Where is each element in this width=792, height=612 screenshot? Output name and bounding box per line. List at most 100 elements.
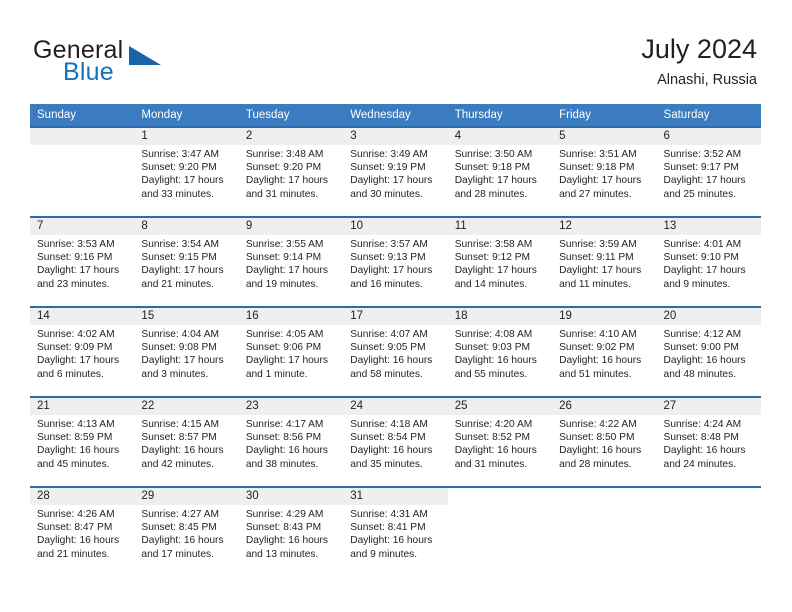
calendar-day-cell[interactable]: 25 Sunrise: 4:20 AM Sunset: 8:52 PM Dayligh… bbox=[447, 396, 553, 487]
sunrise-text: Sunrise: 4:29 AM bbox=[245, 509, 324, 520]
calendar-day-cell[interactable]: 5 Sunrise: 3:51 AM Sunset: 9:18 PM Daylight… bbox=[552, 126, 657, 217]
calendar-day-cell[interactable]: 21 Sunrise: 4:13 AM Sunset: 8:59 PM Dayligh… bbox=[30, 396, 135, 487]
daylight-text: Daylight: 16 hours and 31 minutes. bbox=[454, 445, 537, 470]
sunset-text: Sunset: 9:02 PM bbox=[559, 342, 635, 354]
calendar-day-cell[interactable]: 26 Sunrise: 4:22 AM Sunset: 8:50 PM Dayligh… bbox=[552, 396, 657, 487]
day-number: 27 bbox=[656, 398, 761, 415]
sunset-text: Sunset: 9:00 PM bbox=[663, 342, 739, 354]
sunset-text: Sunset: 9:09 PM bbox=[37, 342, 113, 354]
day-cell-body: 15 Sunrise: 4:04 AM Sunset: 9:08 PM Dayligh… bbox=[134, 308, 239, 396]
calendar-day-cell[interactable]: 14 Sunrise: 4:02 AM Sunset: 9:09 PM Dayligh… bbox=[30, 306, 135, 397]
sunset-text: Sunset: 8:41 PM bbox=[350, 522, 426, 534]
sunset-text: Sunset: 9:16 PM bbox=[37, 252, 113, 264]
calendar-day-cell[interactable]: 2 Sunrise: 3:48 AM Sunset: 9:20 PM Daylight… bbox=[238, 126, 344, 217]
sunrise-text: Sunrise: 3:47 AM bbox=[141, 149, 220, 160]
day-number: 14 bbox=[30, 308, 135, 325]
calendar-day-cell[interactable]: 31 Sunrise: 4:31 AM Sunset: 8:41 PM Dayligh… bbox=[343, 486, 448, 577]
weekday-header-tuesday: Tuesday bbox=[238, 104, 344, 127]
calendar-day-cell[interactable]: 1 Sunrise: 3:47 AM Sunset: 9:20 PM Daylight… bbox=[134, 126, 239, 217]
daylight-text: Daylight: 16 hours and 9 minutes. bbox=[350, 535, 433, 560]
calendar-day-cell[interactable]: 11 Sunrise: 3:58 AM Sunset: 9:12 PM Dayligh… bbox=[447, 216, 553, 307]
sunrise-text: Sunrise: 4:15 AM bbox=[141, 419, 220, 430]
day-number: 13 bbox=[656, 218, 761, 235]
day-number: 2 bbox=[238, 128, 344, 145]
sunrise-text: Sunrise: 4:05 AM bbox=[245, 329, 324, 340]
page-subtitle-location: Alnashi, Russia bbox=[657, 72, 757, 88]
sunset-text: Sunset: 9:10 PM bbox=[663, 252, 739, 264]
sunrise-text: Sunrise: 4:27 AM bbox=[141, 509, 220, 520]
calendar-day-cell[interactable]: 13 Sunrise: 4:01 AM Sunset: 9:10 PM Dayligh… bbox=[656, 216, 761, 307]
daylight-text: Daylight: 16 hours and 51 minutes. bbox=[559, 355, 642, 380]
sunrise-text: Sunrise: 3:48 AM bbox=[245, 149, 324, 160]
day-cell-body: 6 Sunrise: 3:52 AM Sunset: 9:17 PM Daylight… bbox=[656, 128, 761, 216]
calendar-day-cell[interactable]: 28 Sunrise: 4:26 AM Sunset: 8:47 PM Dayligh… bbox=[30, 486, 135, 577]
calendar-day-cell[interactable]: 17 Sunrise: 4:07 AM Sunset: 9:05 PM Dayligh… bbox=[343, 306, 448, 397]
sunrise-text: Sunrise: 4:01 AM bbox=[663, 239, 742, 250]
day-number: 12 bbox=[552, 218, 657, 235]
calendar-day-cell[interactable]: 7 Sunrise: 3:53 AM Sunset: 9:16 PM Daylight… bbox=[30, 216, 135, 307]
calendar-day-cell[interactable]: 20 Sunrise: 4:12 AM Sunset: 9:00 PM Dayligh… bbox=[656, 306, 761, 397]
calendar-day-cell[interactable]: 19 Sunrise: 4:10 AM Sunset: 9:02 PM Dayligh… bbox=[552, 306, 657, 397]
calendar-day-cell[interactable]: 18 Sunrise: 4:08 AM Sunset: 9:03 PM Dayligh… bbox=[447, 306, 553, 397]
daylight-text: Daylight: 16 hours and 55 minutes. bbox=[454, 355, 537, 380]
calendar-day-cell[interactable]: 23 Sunrise: 4:17 AM Sunset: 8:56 PM Dayligh… bbox=[238, 396, 344, 487]
daylight-text: Daylight: 17 hours and 14 minutes. bbox=[454, 265, 537, 290]
calendar-day-cell[interactable]: 30 Sunrise: 4:29 AM Sunset: 8:43 PM Dayligh… bbox=[238, 486, 344, 577]
sunrise-text: Sunrise: 3:53 AM bbox=[37, 239, 115, 250]
calendar-day-cell bbox=[656, 486, 761, 577]
calendar-day-cell[interactable]: 8 Sunrise: 3:54 AM Sunset: 9:15 PM Daylight… bbox=[134, 216, 239, 307]
day-cell-body: 19 Sunrise: 4:10 AM Sunset: 9:02 PM Dayligh… bbox=[552, 308, 657, 396]
day-cell-body: 20 Sunrise: 4:12 AM Sunset: 9:00 PM Dayligh… bbox=[656, 308, 761, 396]
day-cell-body: 1 Sunrise: 3:47 AM Sunset: 9:20 PM Daylight… bbox=[134, 128, 239, 216]
calendar-week-row: 14 Sunrise: 4:02 AM Sunset: 9:09 PM Dayligh… bbox=[30, 306, 761, 397]
sunrise-text: Sunrise: 4:31 AM bbox=[350, 509, 428, 520]
calendar-day-cell[interactable]: 6 Sunrise: 3:52 AM Sunset: 9:17 PM Daylight… bbox=[656, 126, 761, 217]
day-cell-body: 2 Sunrise: 3:48 AM Sunset: 9:20 PM Daylight… bbox=[238, 128, 344, 216]
day-sun-info: Sunrise: 4:07 AM Sunset: 9:05 PM Daylight:… bbox=[343, 325, 447, 381]
calendar-day-cell[interactable]: 16 Sunrise: 4:05 AM Sunset: 9:06 PM Dayligh… bbox=[238, 306, 344, 397]
day-sun-info: Sunrise: 4:22 AM Sunset: 8:50 PM Daylight:… bbox=[552, 415, 656, 471]
calendar-body: 1 Sunrise: 3:47 AM Sunset: 9:20 PM Daylight… bbox=[30, 126, 761, 577]
daylight-text: Daylight: 16 hours and 45 minutes. bbox=[37, 445, 120, 470]
calendar-week-row: 7 Sunrise: 3:53 AM Sunset: 9:16 PM Daylight… bbox=[30, 216, 761, 307]
day-sun-info: Sunrise: 3:57 AM Sunset: 9:13 PM Daylight:… bbox=[343, 235, 447, 291]
day-cell-body: 11 Sunrise: 3:58 AM Sunset: 9:12 PM Dayligh… bbox=[447, 218, 553, 306]
calendar-day-cell[interactable]: 15 Sunrise: 4:04 AM Sunset: 9:08 PM Dayligh… bbox=[134, 306, 239, 397]
calendar-day-cell[interactable]: 24 Sunrise: 4:18 AM Sunset: 8:54 PM Dayligh… bbox=[343, 396, 448, 487]
day-sun-info: Sunrise: 3:58 AM Sunset: 9:12 PM Daylight:… bbox=[448, 235, 552, 291]
day-sun-info: Sunrise: 4:02 AM Sunset: 9:09 PM Daylight:… bbox=[30, 325, 134, 381]
calendar-day-cell[interactable]: 10 Sunrise: 3:57 AM Sunset: 9:13 PM Dayligh… bbox=[343, 216, 448, 307]
sunrise-text: Sunrise: 4:10 AM bbox=[559, 329, 637, 340]
daylight-text: Daylight: 17 hours and 1 minute. bbox=[245, 355, 328, 380]
calendar-day-cell[interactable]: 29 Sunrise: 4:27 AM Sunset: 8:45 PM Dayligh… bbox=[134, 486, 239, 577]
page-header: General Blue July 2024 Alnashi, Russia bbox=[0, 0, 792, 104]
sunrise-text: Sunrise: 3:50 AM bbox=[454, 149, 533, 160]
sunset-text: Sunset: 8:45 PM bbox=[141, 522, 217, 534]
sunrise-text: Sunrise: 3:55 AM bbox=[245, 239, 324, 250]
day-number: 30 bbox=[238, 488, 344, 505]
calendar-day-cell[interactable]: 9 Sunrise: 3:55 AM Sunset: 9:14 PM Daylight… bbox=[238, 216, 344, 307]
calendar-day-cell[interactable]: 12 Sunrise: 3:59 AM Sunset: 9:11 PM Dayligh… bbox=[552, 216, 657, 307]
sunset-text: Sunset: 9:14 PM bbox=[245, 252, 322, 264]
daylight-text: Daylight: 16 hours and 24 minutes. bbox=[663, 445, 746, 470]
day-cell-body: 7 Sunrise: 3:53 AM Sunset: 9:16 PM Daylight… bbox=[30, 218, 135, 306]
sunset-text: Sunset: 8:56 PM bbox=[245, 432, 322, 444]
sunset-text: Sunset: 9:13 PM bbox=[350, 252, 426, 264]
calendar-day-cell bbox=[552, 486, 657, 577]
daylight-text: Daylight: 17 hours and 19 minutes. bbox=[245, 265, 328, 290]
calendar-day-cell[interactable]: 27 Sunrise: 4:24 AM Sunset: 8:48 PM Dayligh… bbox=[656, 396, 761, 487]
day-number: 15 bbox=[134, 308, 239, 325]
logo-text-blue: Blue bbox=[63, 58, 114, 86]
sunrise-text: Sunrise: 3:51 AM bbox=[559, 149, 637, 160]
calendar-day-cell[interactable]: 22 Sunrise: 4:15 AM Sunset: 8:57 PM Dayligh… bbox=[134, 396, 239, 487]
daylight-text: Daylight: 17 hours and 30 minutes. bbox=[350, 175, 433, 200]
calendar-day-cell[interactable]: 3 Sunrise: 3:49 AM Sunset: 9:19 PM Daylight… bbox=[343, 126, 448, 217]
day-cell-body bbox=[448, 488, 552, 576]
day-sun-info: Sunrise: 4:12 AM Sunset: 9:00 PM Daylight:… bbox=[657, 325, 761, 381]
general-blue-logo: General Blue bbox=[33, 36, 253, 88]
daylight-text: Daylight: 17 hours and 11 minutes. bbox=[559, 265, 642, 290]
daylight-text: Daylight: 17 hours and 16 minutes. bbox=[350, 265, 433, 290]
calendar-day-cell[interactable]: 4 Sunrise: 3:50 AM Sunset: 9:18 PM Daylight… bbox=[447, 126, 553, 217]
sunset-text: Sunset: 9:12 PM bbox=[454, 252, 531, 264]
sunset-text: Sunset: 8:57 PM bbox=[141, 432, 217, 444]
